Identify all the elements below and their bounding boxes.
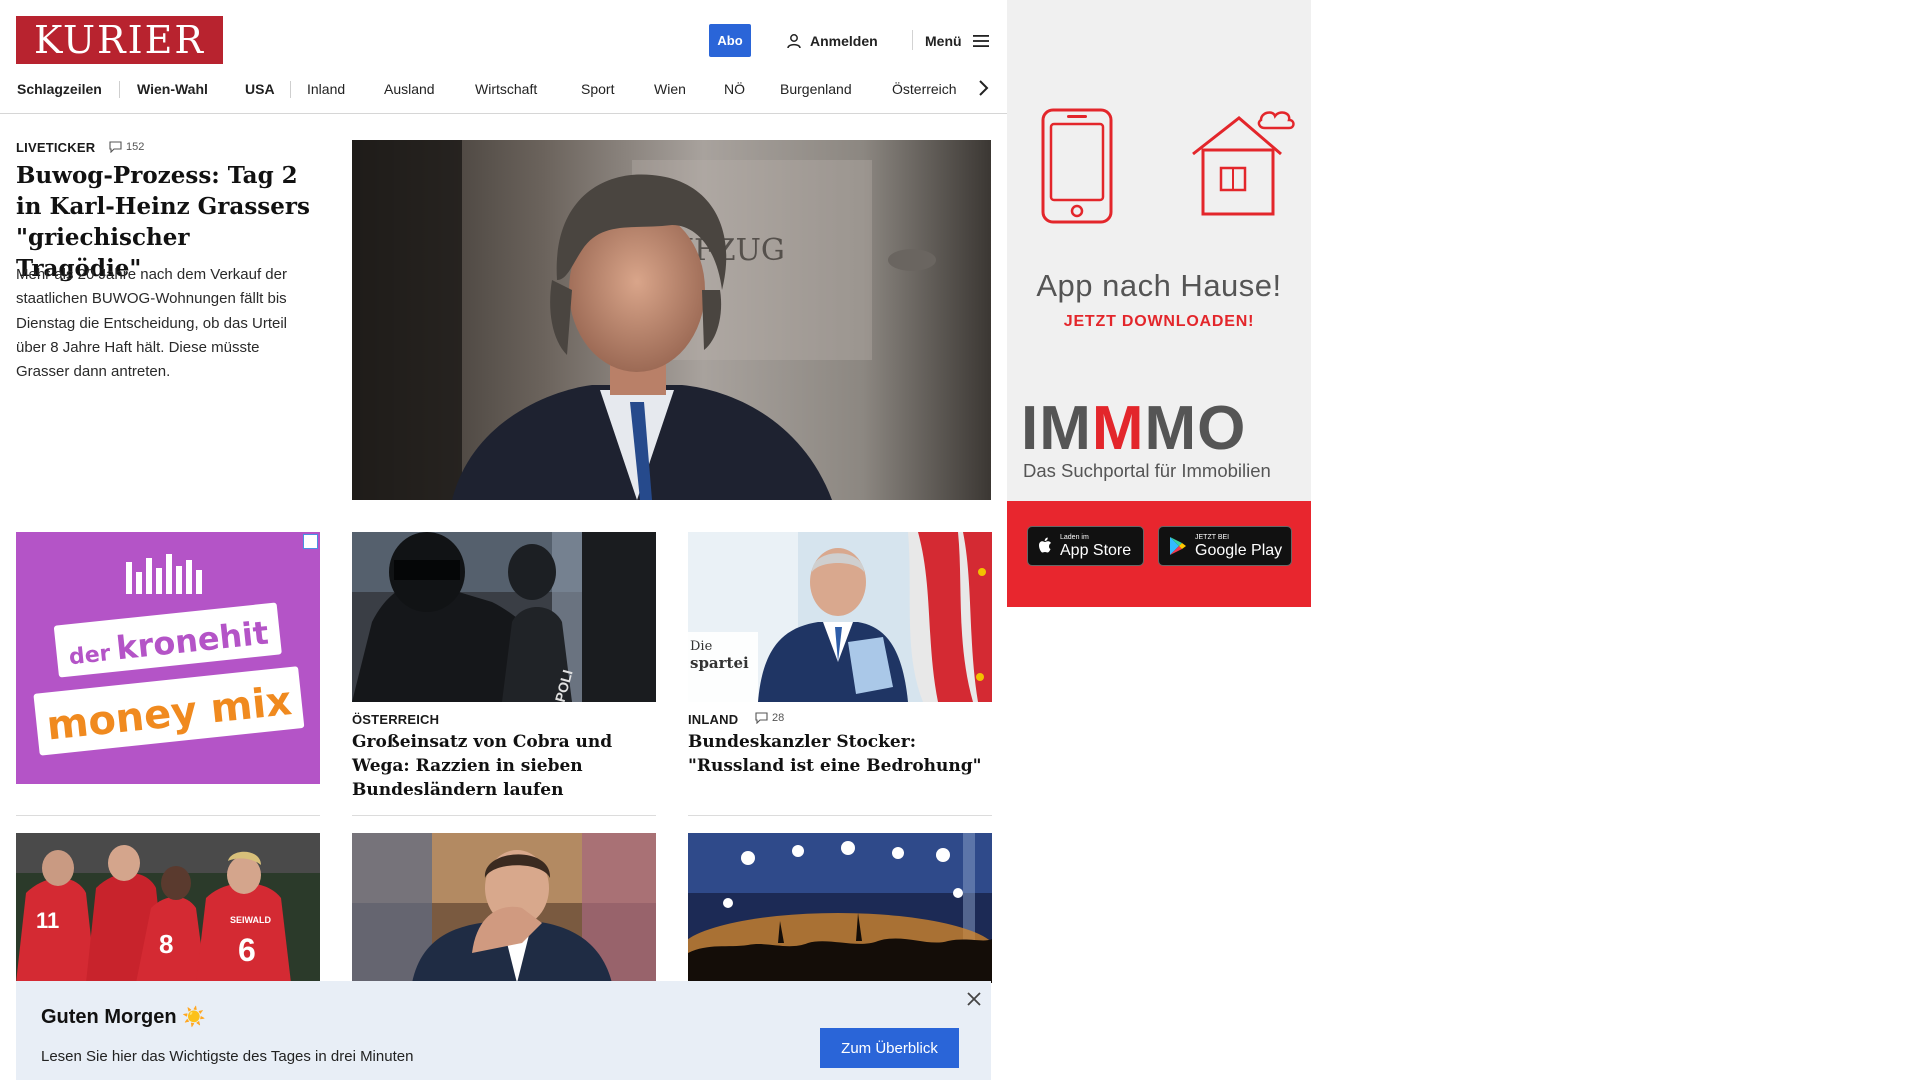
main-column: KURIER Abo Anmelden Menü Schlagzeilen Wi… <box>0 0 1007 1080</box>
nav-item-oesterreich[interactable]: Österreich <box>892 76 957 102</box>
lead-teaser: Mehr als 20 Jahre nach dem Verkauf der s… <box>16 266 287 381</box>
nav-item-usa[interactable]: USA <box>245 76 275 102</box>
lead-kicker: LIVETICKER <box>16 140 96 155</box>
chevron-right-icon[interactable] <box>976 78 990 98</box>
logo-part: M <box>1091 394 1145 463</box>
overview-button[interactable]: Zum Überblick <box>820 1028 959 1068</box>
login-label: Anmelden <box>810 32 878 49</box>
header-divider <box>912 30 913 50</box>
card-image-stocker[interactable]: Die spartei <box>688 532 992 702</box>
app-download-cta[interactable]: JETZT DOWNLOADEN! <box>1007 313 1311 331</box>
app-store-big: App Store <box>1060 541 1132 559</box>
hamburger-icon <box>972 34 989 47</box>
logo-part: MO <box>1144 394 1247 463</box>
menu-label: Menü <box>925 32 962 49</box>
nav-item-schlagzeilen[interactable]: Schlagzeilen <box>17 76 102 102</box>
card-comment-count[interactable]: 28 <box>755 712 784 724</box>
jersey-number: 11 <box>36 908 59 933</box>
nav-item-wien-wahl[interactable]: Wien-Wahl <box>137 76 208 102</box>
card-divider <box>16 815 320 816</box>
google-play-label: JETZT BEI Google Play <box>1195 534 1282 559</box>
card-kicker-inland: INLAND <box>688 712 739 727</box>
morning-briefing-banner: Guten Morgen ☀️ Lesen Sie hier das Wicht… <box>16 981 991 1080</box>
logo-part: IM <box>1021 394 1092 463</box>
card-divider <box>688 815 992 816</box>
ad-text-der: der <box>68 641 112 670</box>
app-headline: App nach Hause! <box>1036 268 1282 303</box>
comment-count: 152 <box>126 141 145 153</box>
nav-item-wirtschaft[interactable]: Wirtschaft <box>475 76 537 102</box>
nav-item-ausland[interactable]: Ausland <box>384 76 435 102</box>
card-image-text-die: Die <box>690 639 713 654</box>
comment-count: 28 <box>772 712 785 724</box>
store-bar: Laden im App Store JETZT BEI Google Play <box>1007 501 1311 607</box>
google-play-button[interactable]: JETZT BEI Google Play <box>1158 526 1292 566</box>
jersey-number: 8 <box>159 929 173 959</box>
card-headline-cobra[interactable]: Großeinsatz von Cobra und Wega: Razzien … <box>352 730 656 802</box>
card-image-text-partei: spartei <box>690 654 749 672</box>
lead-image[interactable]: AUFZUG <box>352 140 991 500</box>
apple-icon <box>1039 537 1051 553</box>
phone-icon <box>1041 108 1113 224</box>
app-store-small: Laden im <box>1060 533 1089 541</box>
card-image-court[interactable] <box>352 833 656 983</box>
user-icon <box>787 33 801 48</box>
nav-item-noe[interactable]: NÖ <box>724 76 745 102</box>
google-play-big: Google Play <box>1195 541 1283 559</box>
comment-icon <box>755 712 768 724</box>
nav-item-inland[interactable]: Inland <box>307 76 345 102</box>
abo-button[interactable]: Abo <box>709 24 751 57</box>
jersey-number: 6 <box>238 932 256 968</box>
nav-item-burgenland[interactable]: Burgenland <box>780 76 852 102</box>
nav-item-wien[interactable]: Wien <box>654 76 686 102</box>
adchoices-icon[interactable] <box>303 534 318 549</box>
immmo-tagline: Das Suchportal für Immobilien <box>1023 460 1271 481</box>
nav-item-sport[interactable]: Sport <box>581 76 614 102</box>
google-play-small: JETZT BEI <box>1195 533 1230 541</box>
section-nav: Schlagzeilen Wien-Wahl USA Inland Auslan… <box>0 76 1007 114</box>
house-icon <box>1192 111 1295 216</box>
menu-button[interactable]: Menü <box>925 24 990 57</box>
card-image-cobra[interactable]: POLI <box>352 532 656 702</box>
lead-comment-count[interactable]: 152 <box>109 141 144 153</box>
app-store-label: Laden im App Store <box>1060 534 1131 559</box>
card-image-football[interactable]: SEIWALD 6 11 8 <box>16 833 320 983</box>
kronehit-ad[interactable]: der kronehit money mix <box>16 532 320 784</box>
nav-divider <box>119 81 120 98</box>
comment-icon <box>109 141 122 153</box>
app-store-button[interactable]: Laden im App Store <box>1027 526 1144 566</box>
card-divider <box>352 815 656 816</box>
kurier-logo[interactable]: KURIER <box>16 16 223 64</box>
card-image-concert[interactable] <box>688 833 992 983</box>
banner-title-text: Guten Morgen <box>41 1006 177 1028</box>
nav-divider <box>290 81 291 98</box>
close-icon[interactable] <box>966 991 982 1007</box>
login-button[interactable]: Anmelden <box>786 24 878 57</box>
card-kicker-oesterreich: ÖSTERREICH <box>352 712 440 727</box>
google-play-icon <box>1170 537 1186 555</box>
jersey-name: SEIWALD <box>230 915 272 925</box>
sun-icon: ☀️ <box>182 1007 206 1028</box>
banner-text: Lesen Sie hier das Wichtigste des Tages … <box>41 1048 414 1065</box>
immmo-ad[interactable]: App nach Hause! JETZT DOWNLOADEN! IMMMO … <box>1007 0 1311 607</box>
banner-title: Guten Morgen ☀️ <box>41 1005 206 1029</box>
immmo-logo: IMMMO <box>1021 398 1301 460</box>
card-headline-stocker[interactable]: Bundeskanzler Stocker: "Russland ist ein… <box>688 730 992 778</box>
